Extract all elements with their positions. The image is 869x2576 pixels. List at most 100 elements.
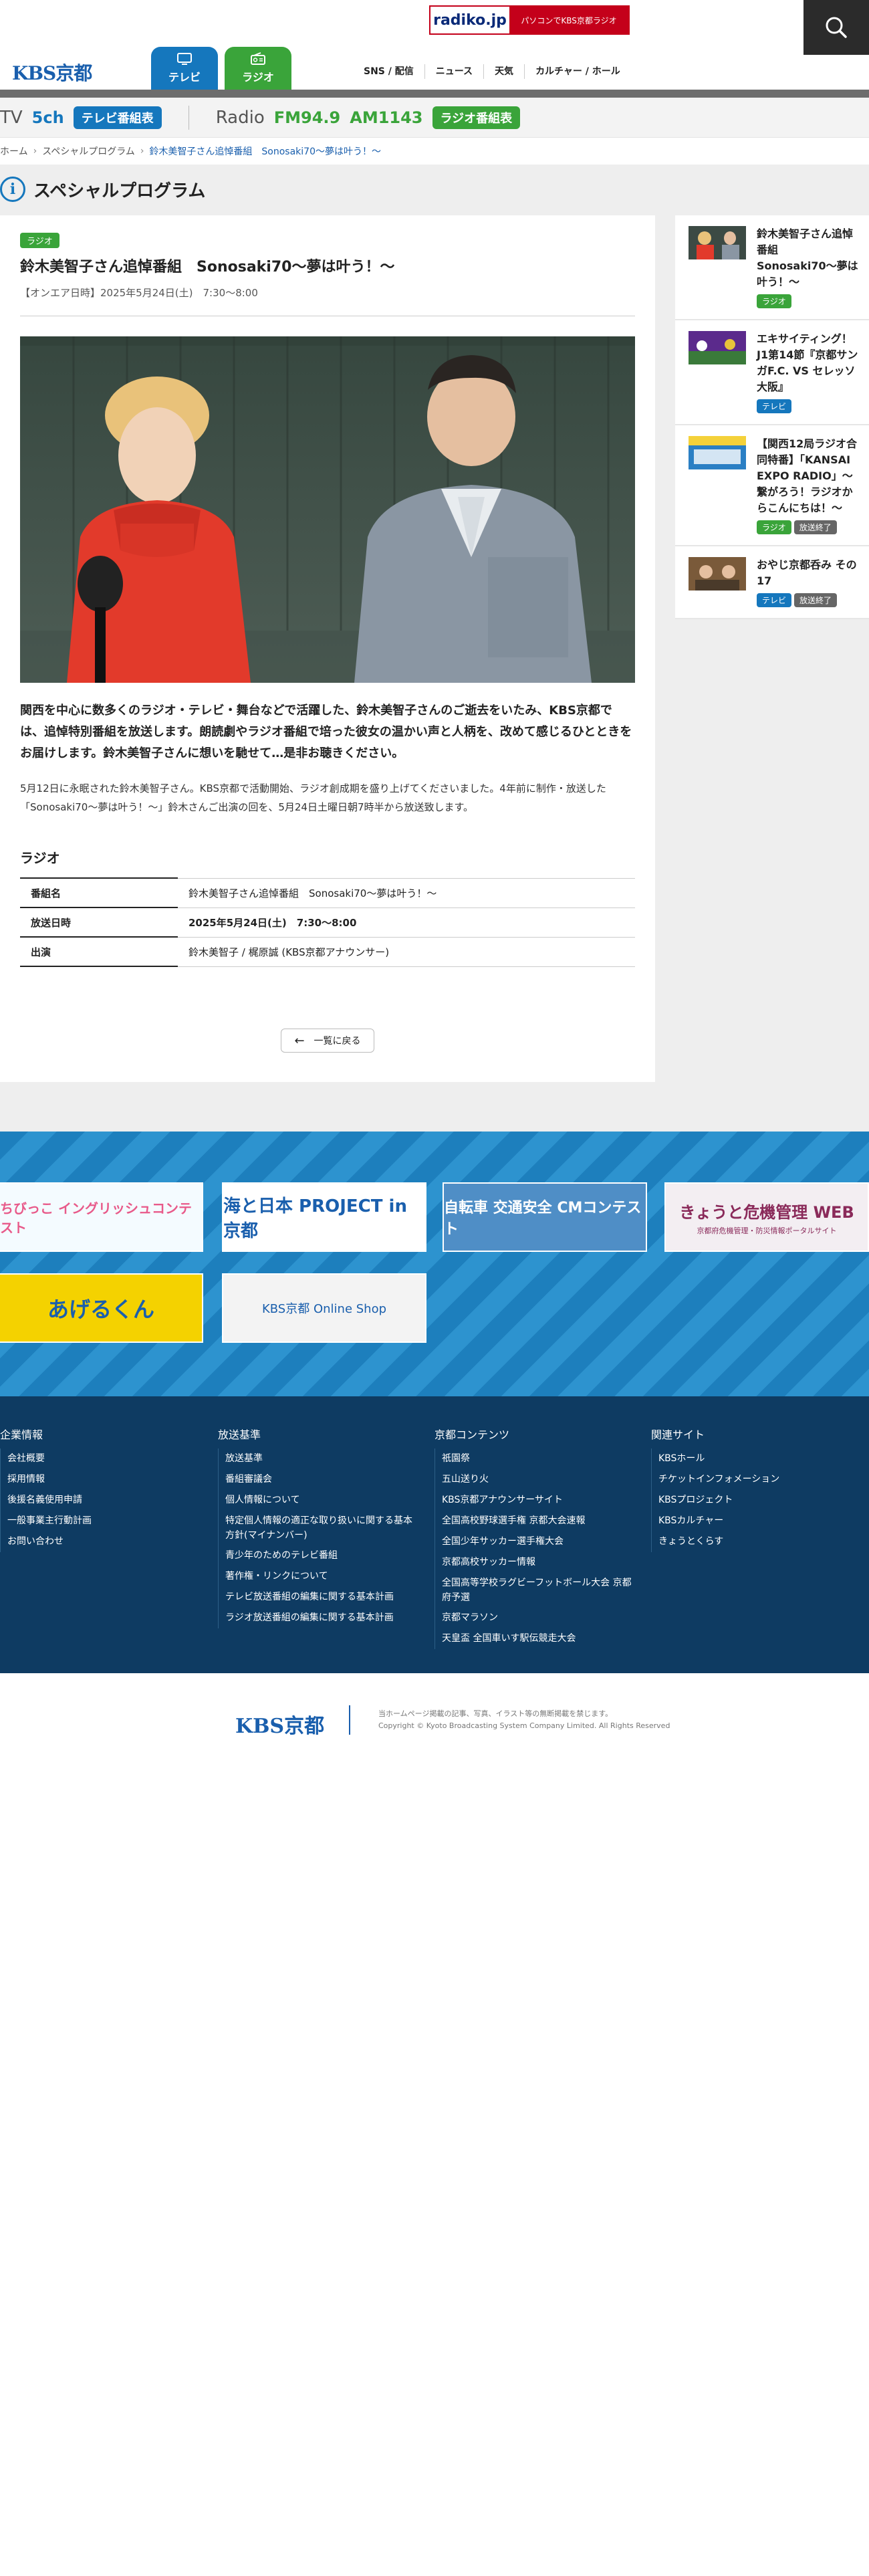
banner-kiki-kanri[interactable]: きょうと危機管理 WEB 京都府危機管理・防災情報ポータルサイト [664,1182,869,1252]
row-value: 2025年5月24日(土) 7:30〜8:00 [178,907,635,937]
thumbnail-image [689,226,746,259]
article-title: 鈴木美智子さん追悼番組 Sonosaki70〜夢は叶う！〜 [20,259,395,276]
radiko-banner[interactable]: radiko.jp パソコンでKBS京都ラジオ [429,5,630,35]
channel-bar: TV 5ch テレビ番組表 Radio FM94.9 AM1143 ラジオ番組表 [0,98,869,138]
breadcrumb-special[interactable]: スペシャルプログラム [42,144,135,158]
row-label: 出演 [20,936,178,967]
copyright-notice: 当ホームページ掲載の記事、写真、イラスト等の無断掲載を禁じます。 [378,1709,613,1718]
chevron-right-icon: › [140,146,144,156]
footer-link[interactable]: KBSプロジェクト [658,1490,852,1511]
footer-link[interactable]: 祇園祭 [442,1448,635,1469]
status-badge: ラジオ [757,520,791,534]
main-content: i スペシャルプログラム ラジオ 鈴木美智子さん追悼番組 Sonosaki70〜… [0,165,869,1132]
banner-cycle-cm[interactable]: 自転車 交通安全 CMコンテスト [443,1182,647,1252]
footer-link[interactable]: きょうとくらす [658,1531,852,1552]
tab-tv-label: テレビ [168,71,201,84]
footer-link[interactable]: テレビ放送番組の編集に関する基本計画 [225,1587,418,1608]
footer-link[interactable]: 京都高校サッカー情報 [442,1552,635,1573]
radiko-text: パソコンでKBS京都ラジオ [509,7,628,33]
tab-radio[interactable]: ラジオ [225,47,291,90]
sidebar-item-title: 鈴木美智子さん追悼番組 Sonosaki70〜夢は叶う！〜 [757,227,858,288]
sidebar-item[interactable]: 鈴木美智子さん追悼番組 Sonosaki70〜夢は叶う！〜 ラジオ [675,215,869,320]
fm-frequency: FM94.9 [273,108,341,127]
footer-link[interactable]: 青少年のためのテレビ番組 [225,1545,418,1566]
status-badge: ラジオ [757,294,791,308]
search-button[interactable] [803,0,869,55]
thumbnail-image [689,331,746,364]
tv-label: TV [0,107,23,128]
hero-photo [20,336,635,683]
top-nav: SNS / 配信 ニュース 天気 カルチャー / ホール [353,64,631,79]
arrow-left-icon: ← [294,1033,305,1048]
footer-heading: 京都コンテンツ [434,1428,510,1441]
footer-col-kyoto: 京都コンテンツ 祇園祭 五山送り火 KBS京都アナウンサーサイト 全国高校野球選… [434,1426,635,1649]
nav-sns[interactable]: SNS / 配信 [353,64,424,79]
breadcrumb-home[interactable]: ホーム [0,144,28,158]
page-title-text: スペシャルプログラム [33,181,206,201]
footer-link[interactable]: チケットインフォメーション [658,1469,852,1490]
footer-link[interactable]: 全国高等学校ラグビーフットボール大会 京都府予選 [442,1573,635,1608]
row-value: 鈴木美智子 / 梶原誠 (KBS京都アナウンサー) [178,936,635,967]
footer-link[interactable]: 放送基準 [225,1448,418,1469]
article: ラジオ 鈴木美智子さん追悼番組 Sonosaki70〜夢は叶う！〜 【オンエア日… [0,215,655,1082]
tab-tv[interactable]: テレビ [151,47,218,90]
sidebar-item[interactable]: おやじ京都呑み その17 テレビ 放送終了 [675,546,869,619]
footer-heading: 放送基準 [218,1428,261,1441]
footer-logo[interactable]: KBS京都 [235,1709,324,1739]
copyright-area: KBS京都 当ホームページ掲載の記事、写真、イラスト等の無断掲載を禁じます。 C… [0,1703,869,1743]
footer-link[interactable]: 一般事業主行動計画 [7,1511,201,1531]
sidebar-item-title: エキサイティング！ J1第14節『京都サンガF.C. VS セレッソ大阪』 [757,332,858,393]
air-date: 【オンエア日時】2025年5月24日(土) 7:30〜8:00 [20,287,258,299]
footer-link[interactable]: 個人情報について [225,1490,418,1511]
footer-link[interactable]: ラジオ放送番組の編集に関する基本計画 [225,1608,418,1628]
nav-culture[interactable]: カルチャー / ホール [524,64,631,79]
banner-area: ちびっこ イングリッシュコンテスト 海と日本 PROJECT in 京都 自転車… [0,1132,869,1396]
banner-text: ちびっこ イングリッシュコンテスト [0,1200,192,1236]
status-badge: テレビ [757,593,792,607]
table-row: 番組名 鈴木美智子さん追悼番組 Sonosaki70〜夢は叶う！〜 [20,877,635,907]
footer-link[interactable]: 番組審議会 [225,1469,418,1490]
table-row: 出演 鈴木美智子 / 梶原誠 (KBS京都アナウンサー) [20,936,635,967]
site-logo[interactable]: KBS京都 [12,59,92,86]
footer-link[interactable]: 京都マラソン [442,1608,635,1628]
footer-link[interactable]: 天皇盃 全国車いす駅伝競走大会 [442,1628,635,1649]
radio-schedule-button[interactable]: ラジオ番組表 [432,106,521,129]
footer-link[interactable]: 会社概要 [7,1448,201,1469]
banner-umi-nippon[interactable]: 海と日本 PROJECT in 京都 [222,1182,426,1252]
status-badge: 放送終了 [793,520,837,534]
tv-channel: 5ch [31,108,64,127]
footer-link[interactable]: 後援名義使用申請 [7,1490,201,1511]
page-title: i スペシャルプログラム [0,177,205,202]
banner-online-shop[interactable]: KBS京都 Online Shop [222,1273,426,1343]
footer-heading: 企業情報 [0,1428,43,1441]
back-label: 一覧に戻る [314,1036,361,1047]
footer-link[interactable]: お問い合わせ [7,1531,201,1552]
footer-link[interactable]: KBSホール [658,1448,852,1469]
search-icon [826,17,847,38]
footer-link[interactable]: KBSカルチャー [658,1511,852,1531]
sidebar-item[interactable]: 【関西12局ラジオ合同特番】「KANSAI EXPO RADIO」〜繋がろう！ラ… [675,425,869,546]
back-to-list-button[interactable]: ← 一覧に戻る [281,1029,374,1053]
tv-schedule-button[interactable]: テレビ番組表 [73,106,162,129]
footer-link[interactable]: 採用情報 [7,1469,201,1490]
footer-link[interactable]: KBS京都アナウンサーサイト [442,1490,635,1511]
radio-icon [251,52,265,65]
nav-weather[interactable]: 天気 [483,64,524,79]
footer-link[interactable]: 著作権・リンクについて [225,1566,418,1587]
banner-english-contest[interactable]: ちびっこ イングリッシュコンテスト [0,1182,203,1252]
footer-link[interactable]: 全国高校野球選手権 京都大会速報 [442,1511,635,1531]
thumbnail-image [689,436,746,469]
footer-link[interactable]: 全国少年サッカー選手権大会 [442,1531,635,1552]
info-icon: i [0,177,25,202]
footer-link[interactable]: 特定個人情報の適正な取り扱いに関する基本方針(マイナンバー) [225,1511,418,1545]
category-badge: ラジオ [20,233,59,248]
tab-radio-label: ラジオ [242,71,274,84]
footer-link[interactable]: 五山送り火 [442,1469,635,1490]
main-nav: KBS京都 テレビ ラジオ SNS / 配信 ニュース 天気 カルチャー / ホ… [0,47,869,90]
footer-heading: 関連サイト [651,1428,705,1441]
nav-news[interactable]: ニュース [424,64,483,79]
top-bar: radiko.jp パソコンでKBS京都ラジオ [0,0,869,55]
breadcrumb-current: 鈴木美智子さん追悼番組 Sonosaki70〜夢は叶う！〜 [149,146,381,157]
sidebar-item[interactable]: エキサイティング！ J1第14節『京都サンガF.C. VS セレッソ大阪』 テレ… [675,320,869,425]
banner-agerukun[interactable]: あげるくん [0,1273,203,1343]
